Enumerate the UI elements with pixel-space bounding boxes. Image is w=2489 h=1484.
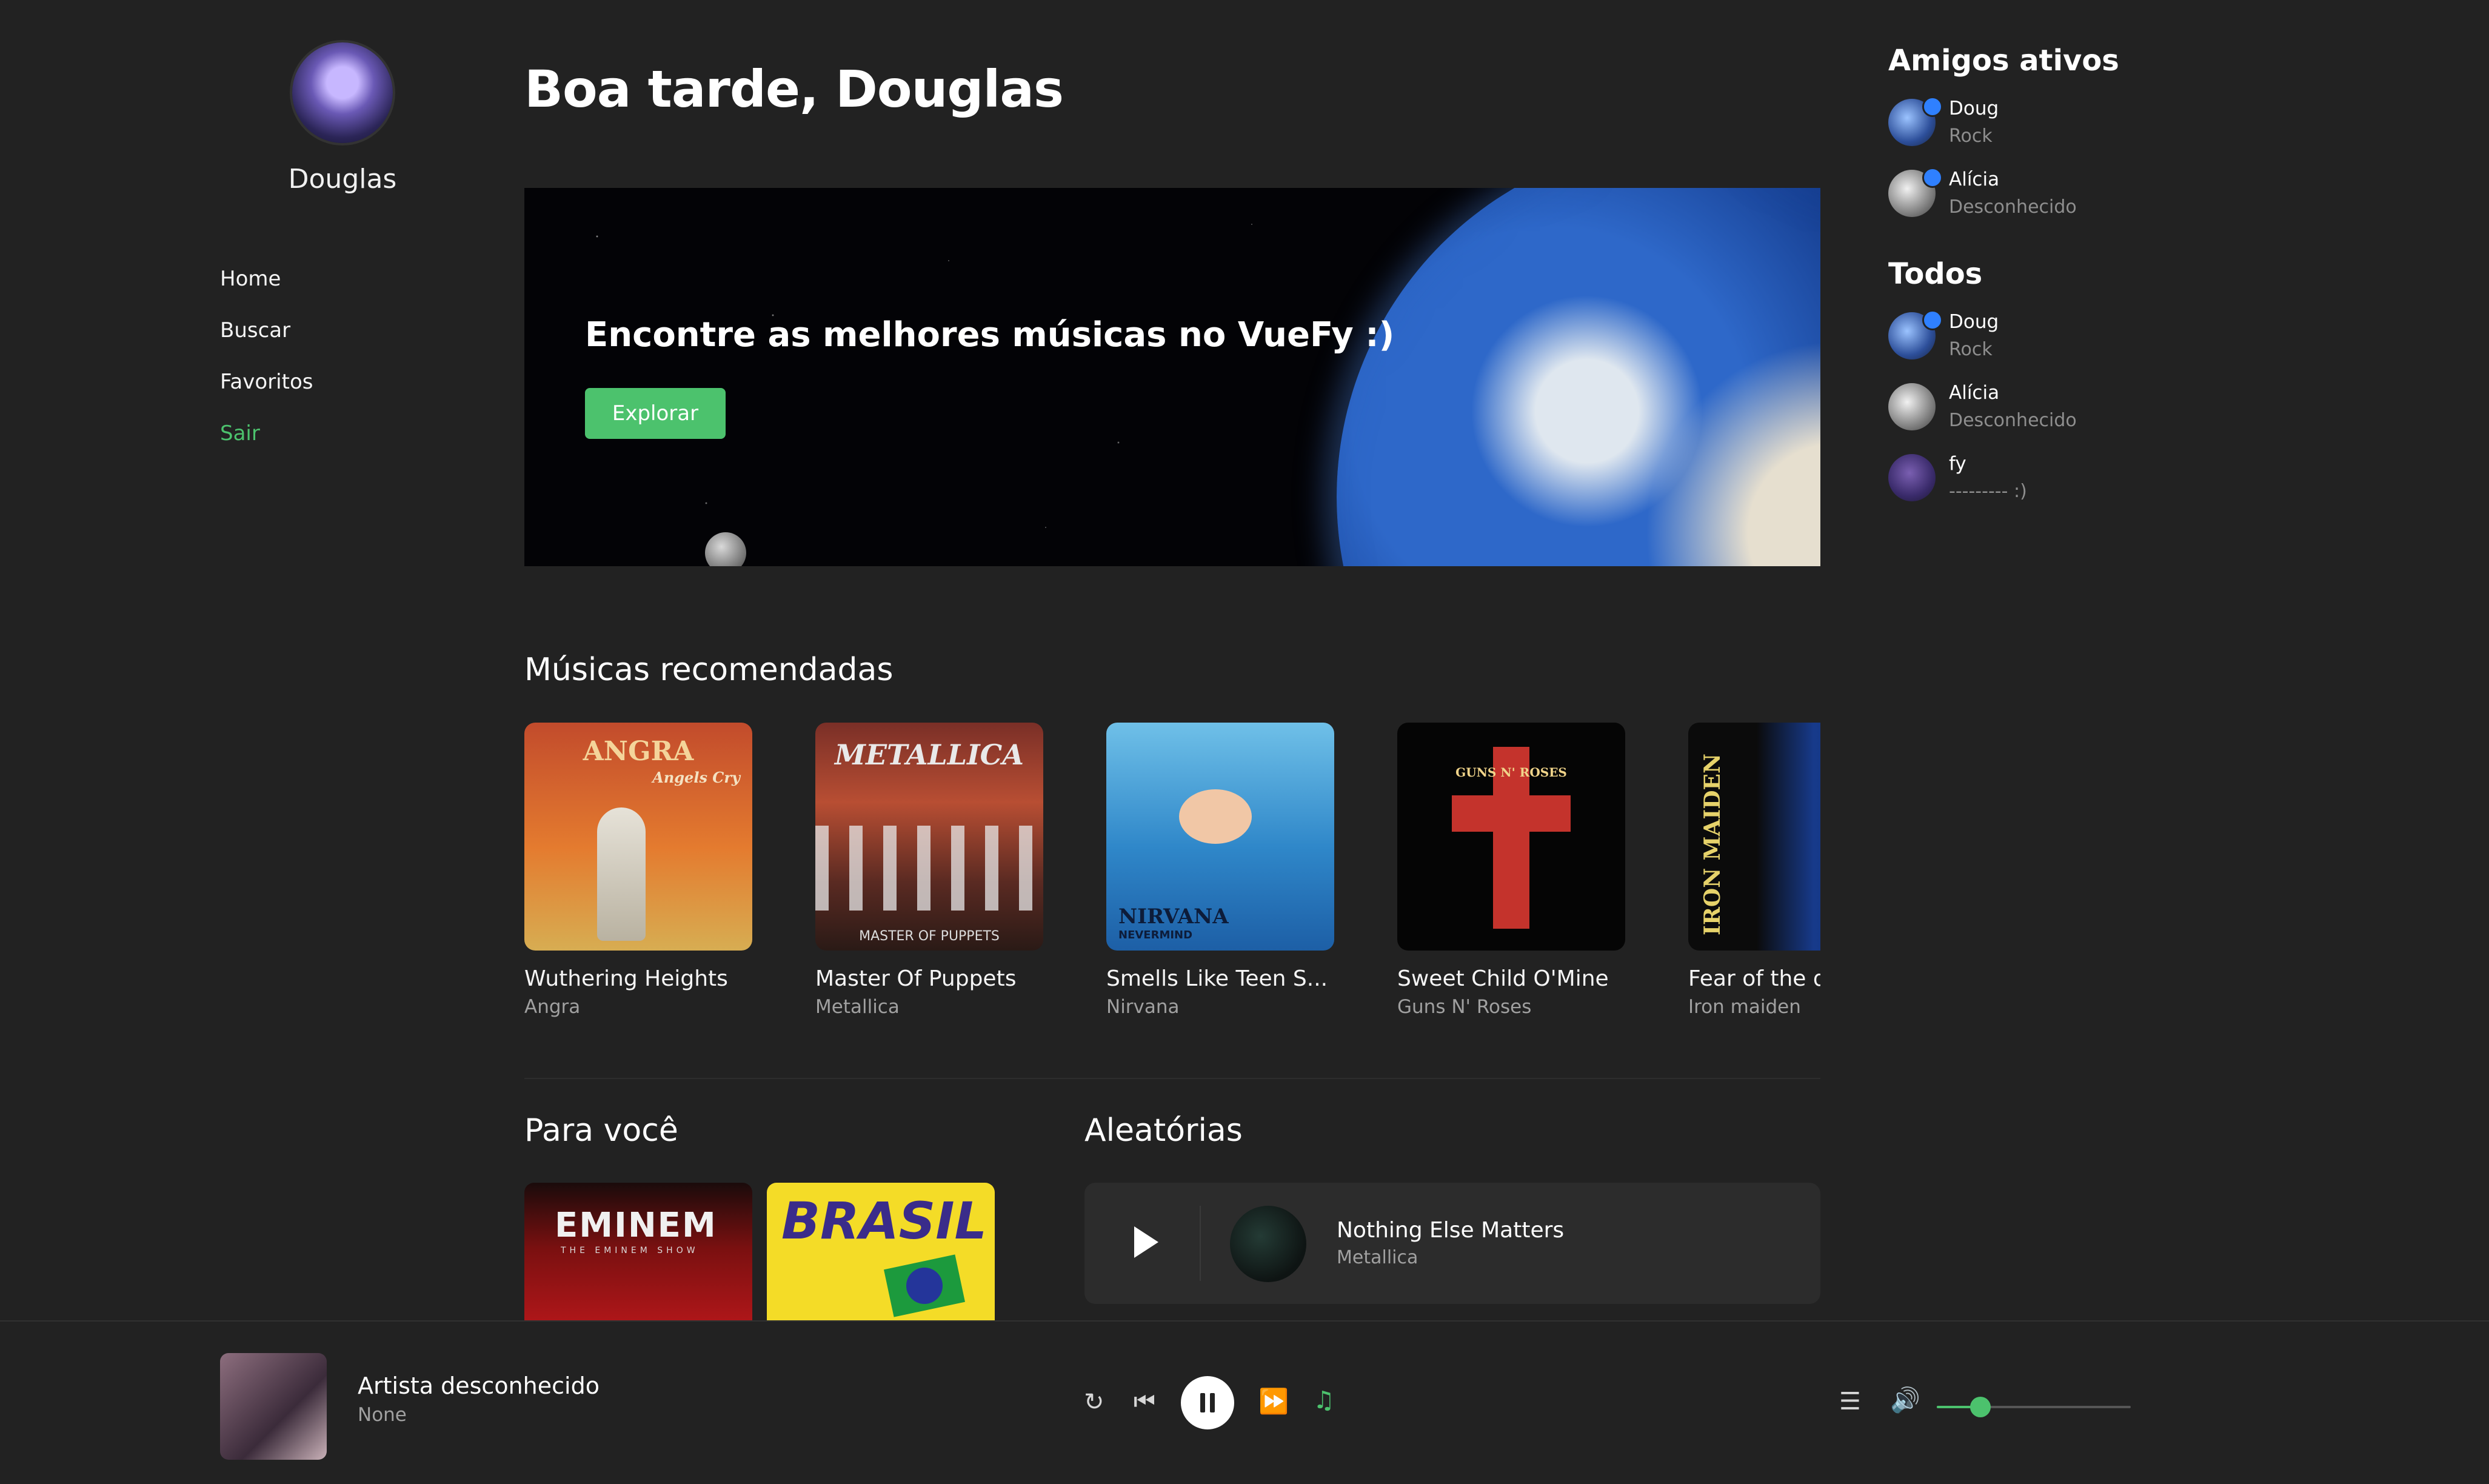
track-title[interactable]: Smells Like Teen S...: [1106, 966, 1334, 991]
volume-slider-handle[interactable]: [1970, 1397, 1991, 1417]
friend-status: Rock: [1949, 125, 1993, 147]
album-cover-angra[interactable]: ANGRA Angels Cry: [524, 723, 752, 951]
flag-globe: [906, 1268, 943, 1304]
recommended-card[interactable]: GUNS N' ROSES Sweet Child O'Mine Guns N'…: [1397, 723, 1625, 1018]
track-title[interactable]: Nothing Else Matters: [1337, 1218, 1564, 1243]
nav-sair[interactable]: Sair: [220, 421, 260, 446]
friend-status: Desconhecido: [1949, 410, 2077, 431]
track-artist[interactable]: Metallica: [1337, 1247, 1418, 1268]
track-artwork: [1230, 1206, 1306, 1282]
cover-subtitle: Angels Cry: [652, 769, 740, 786]
recommended-card[interactable]: IRON MAIDEN Fear of the d Iron maiden: [1688, 723, 1820, 1018]
friend-name: Doug: [1949, 98, 1999, 119]
album-cover-metallica[interactable]: METALLICA MASTER OF PUPPETS: [815, 723, 1043, 951]
pause-icon: [1200, 1393, 1205, 1412]
cross-horizontal: [1452, 795, 1571, 832]
pause-button[interactable]: [1181, 1376, 1234, 1429]
track-title[interactable]: Sweet Child O'Mine: [1397, 966, 1625, 991]
album-cover-eminem[interactable]: EMINEM THE EMINEM SHOW: [524, 1183, 752, 1328]
section-divider: [524, 1078, 1820, 1079]
album-cover-brasil[interactable]: BRASIL: [767, 1183, 995, 1328]
friend-name: Alícia: [1949, 382, 2000, 404]
now-playing-artwork[interactable]: [220, 1353, 327, 1460]
online-indicator: [1922, 167, 1943, 188]
track-title[interactable]: Wuthering Heights: [524, 966, 752, 991]
now-playing-artist[interactable]: None: [358, 1404, 407, 1426]
player-bar: Artista desconhecido None ↻ ⏮ ⏩ ♫ ☰ 🔊: [0, 1320, 2489, 1484]
cover-title: EMINEM: [555, 1206, 717, 1245]
track-artist[interactable]: Nirvana: [1106, 996, 1334, 1018]
page-title: Boa tarde, Douglas: [524, 59, 1064, 119]
random-track-card[interactable]: Nothing Else Matters Metallica: [1084, 1183, 1820, 1304]
cover-title: BRASIL: [781, 1191, 987, 1251]
friend-item[interactable]: Alícia Desconhecido: [1888, 378, 2131, 439]
fast-forward-icon[interactable]: ⏩: [1258, 1389, 1289, 1414]
aleatorias-title: Aleatórias: [1084, 1112, 1243, 1149]
album-cover-nirvana[interactable]: NIRVANA NEVERMIND: [1106, 723, 1334, 951]
album-cover-guns-n-roses[interactable]: GUNS N' ROSES: [1397, 723, 1625, 951]
explore-button[interactable]: Explorar: [585, 388, 726, 439]
album-cover-iron-maiden[interactable]: IRON MAIDEN: [1688, 723, 1820, 951]
online-indicator: [1922, 96, 1943, 117]
cover-title: NIRVANA: [1118, 904, 1229, 929]
cover-subtitle: THE EMINEM SHOW: [561, 1246, 699, 1255]
nav-buscar[interactable]: Buscar: [220, 318, 290, 343]
cover-title: GUNS N' ROSES: [1455, 765, 1567, 780]
user-avatar[interactable]: [292, 42, 393, 143]
cover-title: ANGRA: [583, 736, 694, 767]
hero-banner: Encontre as melhores músicas no VueFy :)…: [524, 188, 1820, 566]
separator: [1200, 1206, 1201, 1281]
recommended-title: Músicas recomendadas: [524, 652, 894, 688]
queue-icon[interactable]: ☰: [1839, 1389, 1861, 1414]
play-icon[interactable]: [1134, 1226, 1158, 1258]
repeat-icon[interactable]: ↻: [1084, 1390, 1104, 1414]
para-voce-title: Para você: [524, 1112, 678, 1149]
friend-name: Doug: [1949, 311, 1999, 333]
friend-avatar: [1888, 383, 1936, 430]
track-artist[interactable]: Metallica: [815, 996, 1043, 1018]
now-playing-title[interactable]: Artista desconhecido: [358, 1372, 600, 1399]
music-note-icon[interactable]: ♫: [1313, 1388, 1335, 1412]
track-artist[interactable]: Guns N' Roses: [1397, 996, 1625, 1018]
nav-favoritos[interactable]: Favoritos: [220, 370, 313, 394]
baby-image: [1179, 789, 1252, 844]
angel-statue-image: [597, 807, 646, 941]
pause-icon: [1210, 1393, 1215, 1412]
recommended-card[interactable]: ANGRA Angels Cry Wuthering Heights Angra: [524, 723, 752, 1018]
friend-name: fy: [1949, 453, 1966, 475]
all-friends-title: Todos: [1888, 257, 1983, 291]
previous-icon[interactable]: ⏮: [1134, 1389, 1155, 1414]
cover-subtitle: NEVERMIND: [1118, 929, 1193, 941]
track-artist[interactable]: Angra: [524, 996, 752, 1018]
recommended-card[interactable]: METALLICA MASTER OF PUPPETS Master Of Pu…: [815, 723, 1043, 1018]
crosses-image: [815, 826, 1043, 911]
volume-icon[interactable]: 🔊: [1890, 1388, 1920, 1412]
username: Douglas: [288, 164, 397, 195]
online-indicator: [1922, 310, 1943, 330]
friend-status: --------- :): [1949, 481, 2027, 502]
track-title[interactable]: Master Of Puppets: [815, 966, 1043, 991]
cover-subtitle: MASTER OF PUPPETS: [859, 929, 1000, 944]
friend-avatar: [1888, 454, 1936, 501]
track-title[interactable]: Fear of the d: [1688, 966, 1820, 991]
cover-title: METALLICA: [835, 738, 1024, 771]
cover-title: IRON MAIDEN: [1700, 754, 1725, 935]
friend-status: Rock: [1949, 339, 1993, 360]
nav-home[interactable]: Home: [220, 267, 281, 291]
friend-item[interactable]: Doug Rock: [1888, 307, 2131, 368]
track-artist[interactable]: Iron maiden: [1688, 996, 1820, 1018]
friend-item[interactable]: Alícia Desconhecido: [1888, 165, 2131, 226]
friend-item[interactable]: fy --------- :): [1888, 449, 2131, 510]
friend-status: Desconhecido: [1949, 196, 2077, 218]
friend-item[interactable]: Doug Rock: [1888, 94, 2131, 155]
recommended-card[interactable]: NIRVANA NEVERMIND Smells Like Teen S... …: [1106, 723, 1334, 1018]
active-friends-title: Amigos ativos: [1888, 44, 2119, 78]
friend-name: Alícia: [1949, 169, 2000, 190]
banner-title: Encontre as melhores músicas no VueFy :): [585, 315, 1395, 355]
